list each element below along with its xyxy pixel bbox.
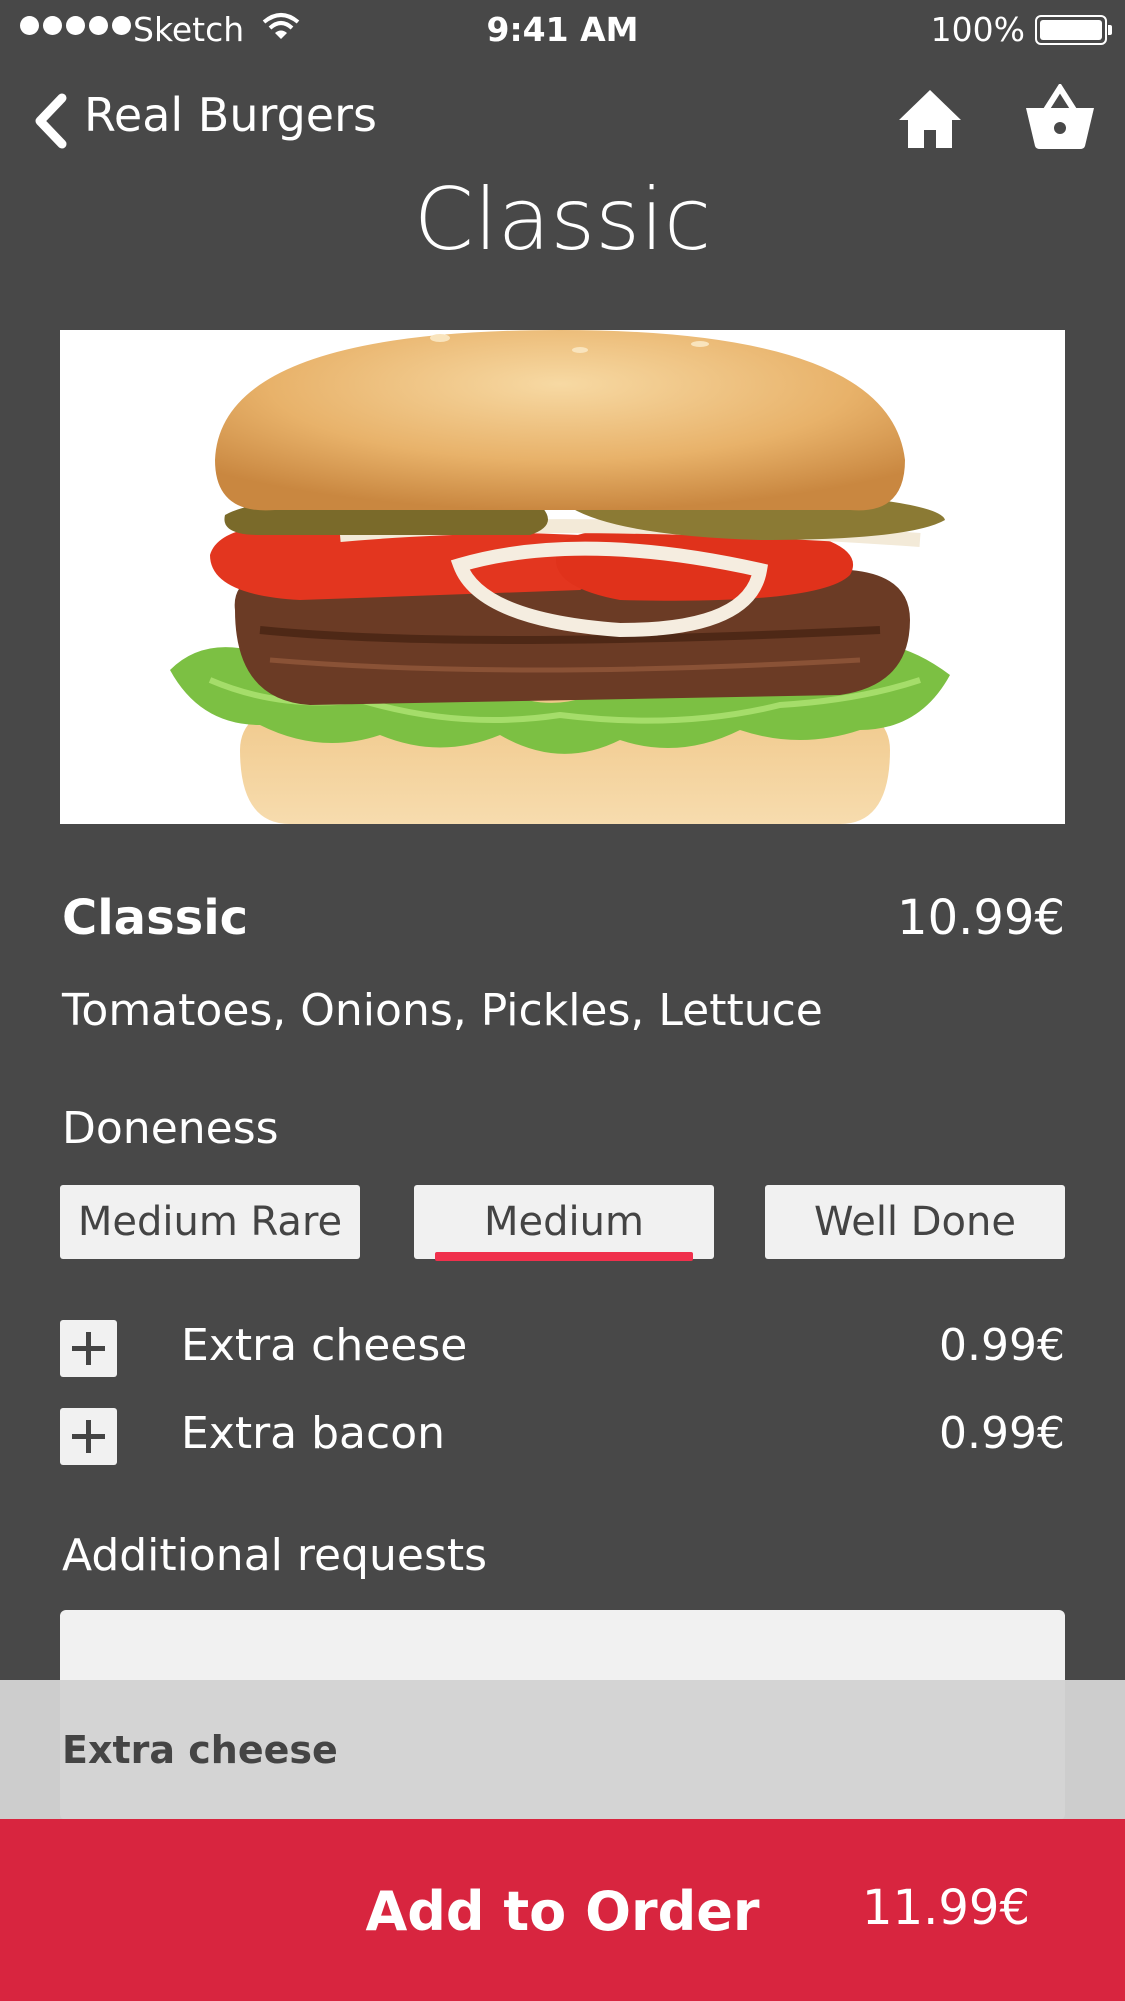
- add-extra-bacon-icon[interactable]: [60, 1408, 117, 1465]
- battery-icon: [1035, 15, 1112, 45]
- extra-cheese-label: Extra cheese: [181, 1320, 468, 1371]
- back-button-label[interactable]: Real Burgers: [84, 88, 377, 142]
- order-total: 11.99€: [862, 1880, 1030, 1936]
- item-ingredients: Tomatoes, Onions, Pickles, Lettuce: [62, 985, 823, 1036]
- add-extra-cheese-icon[interactable]: [60, 1320, 117, 1377]
- battery-percent: 100%: [930, 10, 1025, 49]
- basket-icon[interactable]: [1024, 84, 1096, 150]
- item-price: 10.99€: [897, 890, 1065, 946]
- extra-bacon-price: 0.99€: [939, 1408, 1065, 1459]
- doneness-option-medium-rare[interactable]: Medium Rare: [60, 1185, 360, 1259]
- selected-indicator: [435, 1252, 693, 1261]
- back-chevron-icon[interactable]: [28, 92, 72, 150]
- item-name: Classic: [62, 890, 249, 946]
- autocomplete-suggestion[interactable]: Extra cheese: [62, 1728, 338, 1772]
- doneness-label: Doneness: [62, 1103, 279, 1154]
- additional-requests-label: Additional requests: [62, 1530, 488, 1581]
- doneness-option-medium[interactable]: Medium: [414, 1185, 714, 1259]
- home-icon[interactable]: [897, 88, 963, 150]
- doneness-option-well-done[interactable]: Well Done: [765, 1185, 1065, 1259]
- status-bar: Sketch 9:41 AM 100%: [0, 0, 1125, 62]
- burger-photo: [60, 330, 1065, 824]
- extra-bacon-label: Extra bacon: [181, 1408, 446, 1459]
- extra-cheese-price: 0.99€: [939, 1320, 1065, 1371]
- page-title: Classic: [413, 170, 712, 270]
